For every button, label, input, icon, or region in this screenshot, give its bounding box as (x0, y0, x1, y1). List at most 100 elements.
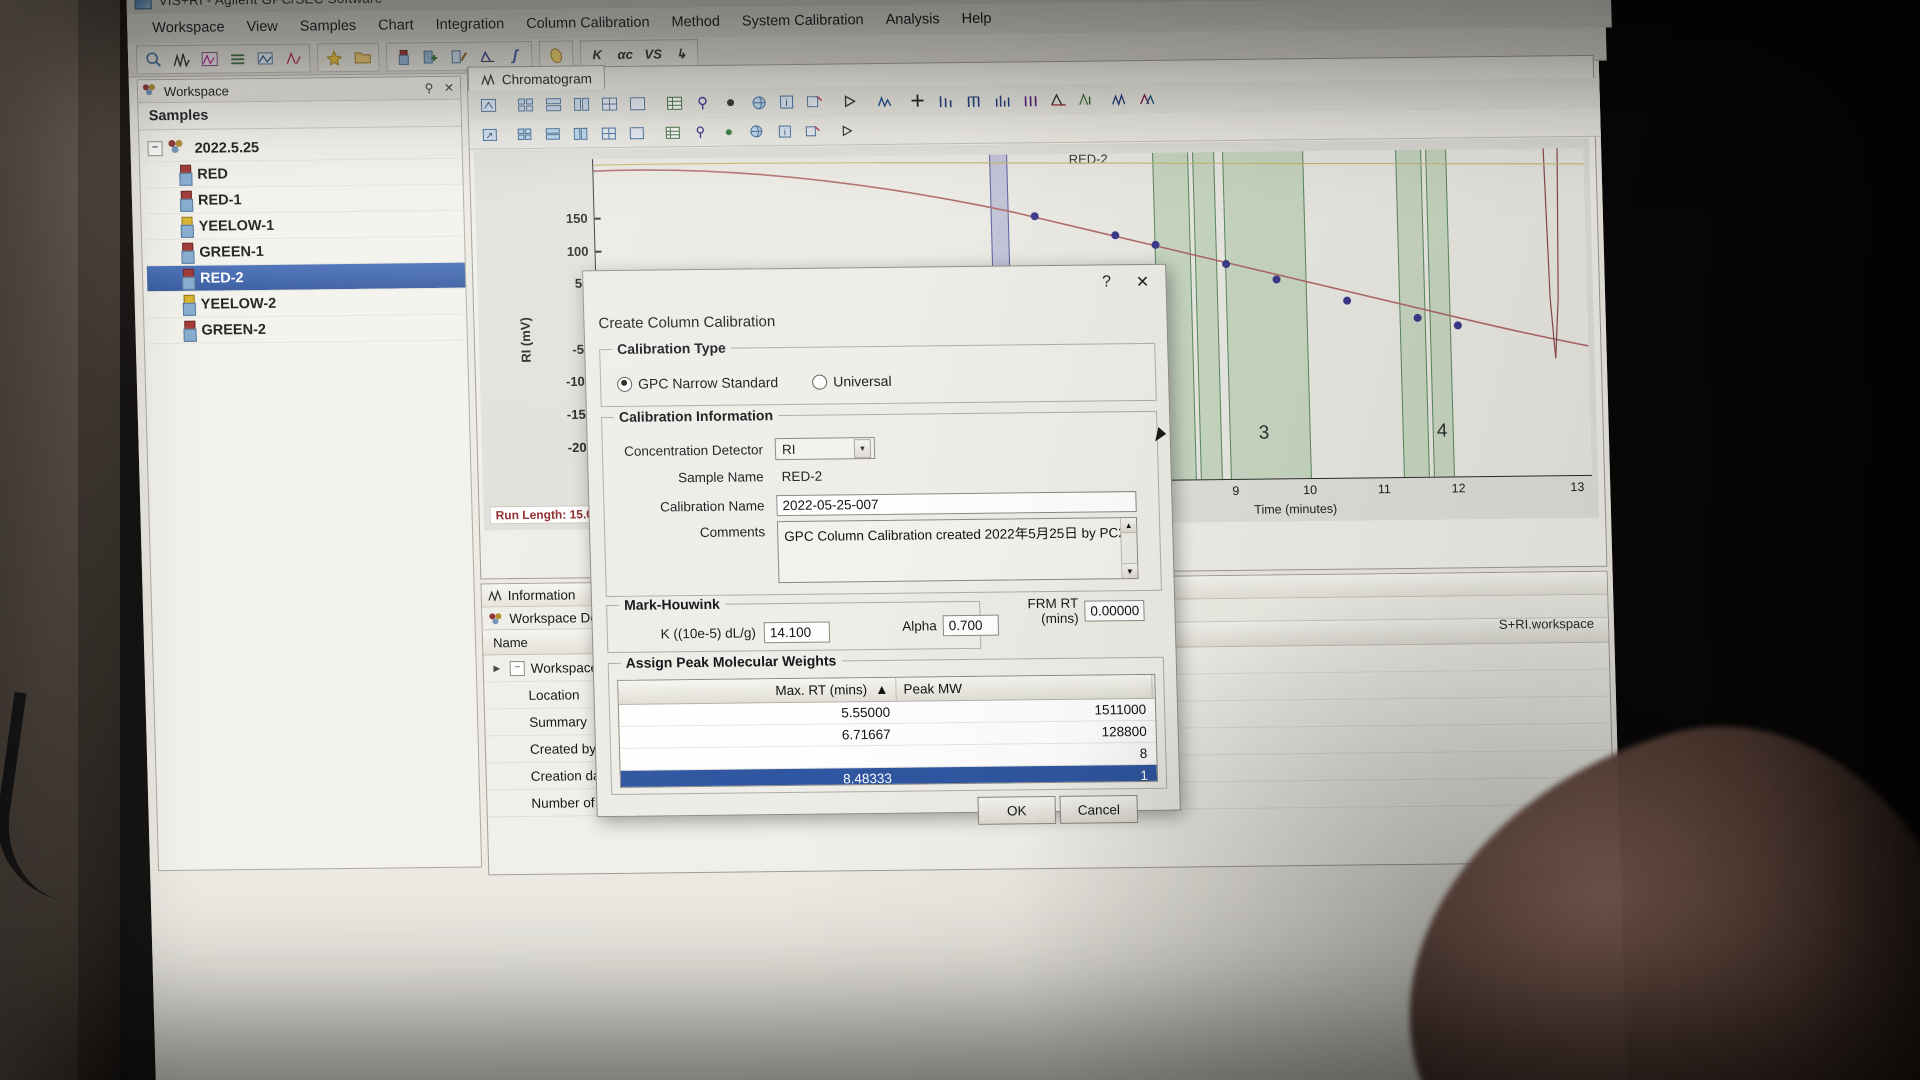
single-pane-icon[interactable] (623, 91, 652, 116)
menu-method[interactable]: Method (660, 10, 731, 35)
menu-analysis[interactable]: Analysis (874, 7, 951, 32)
chevron-down-icon[interactable]: ▾ (853, 438, 872, 458)
concentration-detector-select[interactable]: RI ▾ (774, 437, 876, 461)
k-constant-input[interactable]: 14.100 (763, 621, 831, 644)
column-max-rt[interactable]: Max. RT (mins) ▲ (618, 677, 897, 704)
undo-icon[interactable]: ↳ (667, 41, 696, 66)
sample-item-red-1[interactable]: RED-1 (144, 184, 464, 215)
rows-icon[interactable] (538, 121, 567, 146)
calibration-name-input[interactable]: 2022-05-25-007 (776, 491, 1137, 517)
quad-icon[interactable] (594, 120, 623, 145)
add-peak-icon[interactable] (903, 88, 932, 113)
sample-item-green-1[interactable]: GREEN-1 (146, 236, 465, 267)
cancel-button[interactable]: Cancel (1059, 795, 1139, 824)
table-view-icon[interactable] (660, 91, 689, 116)
curve-fit-icon[interactable] (473, 43, 502, 68)
expand-icon[interactable]: − (509, 660, 525, 676)
alpha-input[interactable]: 0.700 (942, 614, 1000, 637)
scroll-up-icon[interactable]: ▲ (1120, 518, 1137, 534)
info-icon[interactable]: i (772, 89, 801, 114)
menu-integration[interactable]: Integration (424, 12, 515, 37)
chromatogram-icon[interactable] (195, 46, 224, 71)
label-points-icon[interactable] (800, 89, 829, 114)
radio-gpc-narrow-standard[interactable]: GPC Narrow Standard (616, 374, 778, 392)
details-icon[interactable]: i (770, 118, 799, 143)
sample-item-yeelow-1[interactable]: YEELOW-1 (145, 210, 465, 241)
peak-split-icon[interactable] (1015, 87, 1044, 112)
peaks-icon[interactable] (167, 47, 196, 72)
annotate-icon[interactable] (688, 90, 717, 115)
report-icon[interactable] (279, 45, 308, 70)
menu-samples[interactable]: Samples (288, 14, 367, 39)
sample-item-red-2[interactable]: RED-2 (146, 262, 466, 293)
alpha-c-button[interactable]: αc (611, 42, 640, 67)
multi-trace-icon[interactable] (1104, 86, 1133, 111)
menu-help[interactable]: Help (950, 7, 1002, 32)
ok-button[interactable]: OK (977, 795, 1057, 825)
y-axis-label: RI (mV) (517, 317, 534, 363)
open-folder-icon[interactable] (348, 45, 377, 70)
integral-icon[interactable]: ʃ (501, 43, 530, 68)
zoom-tool-icon[interactable] (474, 93, 503, 118)
sample-item-green-2[interactable]: GREEN-2 (148, 314, 467, 345)
point-icon[interactable] (714, 119, 743, 144)
split-horizontal-icon[interactable] (539, 92, 568, 117)
collapse-icon[interactable]: − (147, 141, 163, 157)
pin-chart-icon[interactable] (686, 119, 715, 144)
sort-asc-icon[interactable]: ▲ (875, 682, 889, 697)
pin-icon[interactable]: ⚲ (422, 81, 436, 95)
menu-chart[interactable]: Chart (367, 13, 425, 38)
chromatogram-tab[interactable]: Chromatogram (467, 65, 606, 92)
peak-group-icon[interactable] (987, 87, 1016, 112)
comments-scrollbar[interactable]: ▲ ▼ (1119, 518, 1138, 579)
magnifier-icon[interactable] (139, 47, 168, 72)
column-peak-mw[interactable]: Peak MW (896, 674, 1153, 701)
integrate-icon[interactable] (1071, 86, 1100, 111)
signal-icon[interactable] (870, 88, 899, 113)
peak-range-icon[interactable] (959, 87, 988, 112)
peak-start-icon[interactable] (931, 88, 960, 113)
tag-icon[interactable] (798, 118, 827, 143)
add-calibration-icon[interactable] (417, 44, 446, 69)
grid-4-icon[interactable] (595, 91, 624, 116)
new-sample-icon[interactable] (320, 45, 349, 70)
sample-item-yeelow-2[interactable]: YEELOW-2 (147, 288, 467, 319)
menu-column-calibration[interactable]: Column Calibration (515, 10, 661, 36)
calibration-vial-icon[interactable] (389, 44, 418, 69)
compare-trace-icon[interactable] (1132, 85, 1161, 110)
tree-root-node[interactable]: − 2022.5.25 (143, 132, 462, 163)
marker-icon[interactable] (716, 90, 745, 115)
select-tool-icon[interactable]: ↗ (475, 122, 504, 147)
tile-icon[interactable] (510, 121, 539, 146)
columns-icon[interactable] (566, 121, 595, 146)
row-selector-icon[interactable]: ▸ (484, 660, 510, 676)
menu-system-calibration[interactable]: System Calibration (731, 8, 875, 34)
comments-textarea[interactable]: GPC Column Calibration created 2022年5月25… (776, 517, 1139, 584)
baseline-icon[interactable] (1043, 86, 1072, 111)
scroll-down-icon[interactable]: ▼ (1122, 563, 1138, 579)
datatable-icon[interactable] (658, 120, 687, 145)
frm-rt-input[interactable]: 0.00000 (1084, 599, 1145, 622)
stack-icon[interactable] (223, 46, 252, 71)
play-icon[interactable] (835, 89, 864, 114)
close-icon[interactable]: ✕ (442, 81, 456, 95)
k-constant-button[interactable]: K (583, 42, 612, 67)
overlay-icon[interactable] (251, 46, 280, 71)
menu-view[interactable]: View (235, 15, 289, 40)
peak-mw-table[interactable]: Max. RT (mins) ▲ Peak MW 5.55000 1511000 (617, 673, 1159, 788)
maximize-pane-icon[interactable] (622, 120, 651, 145)
grid-2x2-icon[interactable] (511, 92, 540, 117)
next-icon[interactable] (832, 118, 861, 143)
method-ellipse-icon[interactable] (542, 43, 571, 68)
samples-tree[interactable]: − 2022.5.25 RED RED-1 YEELOW-1 GREEN-1 R… (139, 127, 467, 345)
world-icon[interactable] (742, 119, 771, 144)
edit-calibration-icon[interactable] (445, 44, 474, 69)
help-icon[interactable]: ? (1089, 269, 1124, 295)
radio-universal[interactable]: Universal (811, 373, 892, 390)
vs-button[interactable]: VS (639, 41, 668, 66)
split-vertical-icon[interactable] (567, 92, 596, 117)
globe-icon[interactable] (744, 90, 773, 115)
sample-item-red[interactable]: RED (143, 158, 463, 189)
menu-workspace[interactable]: Workspace (141, 15, 236, 40)
close-icon[interactable]: ✕ (1125, 269, 1160, 295)
